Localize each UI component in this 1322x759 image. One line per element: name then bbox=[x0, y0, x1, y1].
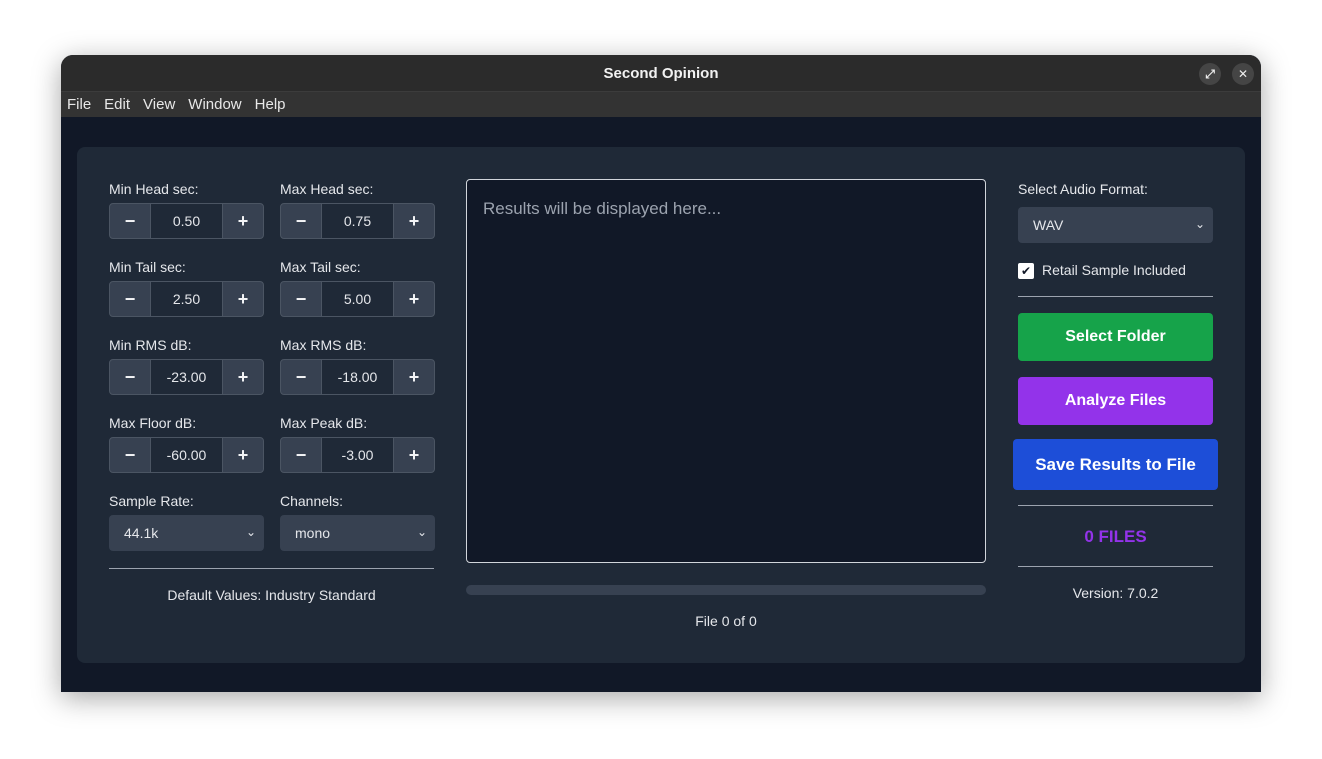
min-rms-input[interactable]: -23.00 bbox=[150, 360, 223, 394]
min-rms-decrement-button[interactable]: − bbox=[110, 360, 150, 394]
results-area[interactable]: Results will be displayed here... bbox=[466, 179, 986, 563]
min-head-decrement-button[interactable]: − bbox=[110, 204, 150, 238]
max-peak-stepper: − -3.00 + bbox=[280, 437, 435, 473]
sample-rate-value: 44.1k bbox=[124, 525, 159, 541]
menu-view[interactable]: View bbox=[143, 96, 175, 113]
save-results-button[interactable]: Save Results to File bbox=[1013, 439, 1218, 490]
min-rms-label: Min RMS dB: bbox=[109, 337, 192, 353]
min-head-input[interactable]: 0.50 bbox=[150, 204, 223, 238]
channels-label: Channels: bbox=[280, 493, 344, 509]
min-head-label: Min Head sec: bbox=[109, 181, 199, 197]
max-floor-stepper: − -60.00 + bbox=[109, 437, 264, 473]
window-title: Second Opinion bbox=[603, 64, 719, 82]
max-rms-increment-button[interactable]: + bbox=[394, 360, 434, 394]
max-tail-label: Max Tail sec: bbox=[280, 259, 361, 275]
max-tail-input[interactable]: 5.00 bbox=[321, 282, 394, 316]
max-tail-increment-button[interactable]: + bbox=[394, 282, 434, 316]
min-tail-label: Min Tail sec: bbox=[109, 259, 186, 275]
files-count: 0 FILES bbox=[1084, 527, 1147, 546]
chevron-down-icon: ⌄ bbox=[245, 525, 256, 539]
min-tail-increment-button[interactable]: + bbox=[223, 282, 263, 316]
max-tail-decrement-button[interactable]: − bbox=[281, 282, 321, 316]
menu-edit[interactable]: Edit bbox=[104, 96, 130, 113]
max-rms-stepper: − -18.00 + bbox=[280, 359, 435, 395]
max-rms-input[interactable]: -18.00 bbox=[321, 360, 394, 394]
min-rms-stepper: − -23.00 + bbox=[109, 359, 264, 395]
audio-format-value: WAV bbox=[1033, 217, 1064, 233]
retail-sample-label: Retail Sample Included bbox=[1042, 262, 1186, 278]
maximize-icon[interactable]: ⤢ bbox=[1199, 63, 1221, 85]
channels-select[interactable]: mono ⌄ bbox=[280, 515, 435, 551]
sample-rate-select[interactable]: 44.1k ⌄ bbox=[109, 515, 264, 551]
min-head-increment-button[interactable]: + bbox=[223, 204, 263, 238]
audio-format-select[interactable]: WAV ⌄ bbox=[1018, 207, 1213, 243]
max-head-label: Max Head sec: bbox=[280, 181, 374, 197]
right-divider-3 bbox=[1018, 566, 1213, 567]
audio-format-label: Select Audio Format: bbox=[1018, 181, 1148, 197]
channels-value: mono bbox=[295, 525, 331, 541]
menu-bar: File Edit View Window Help bbox=[61, 91, 1261, 117]
max-peak-label: Max Peak dB: bbox=[280, 415, 368, 431]
max-head-increment-button[interactable]: + bbox=[394, 204, 434, 238]
max-floor-label: Max Floor dB: bbox=[109, 415, 197, 431]
defaults-text: Default Values: Industry Standard bbox=[167, 587, 376, 603]
progress-bar bbox=[466, 585, 986, 595]
max-floor-decrement-button[interactable]: − bbox=[110, 438, 150, 472]
version-text: Version: 7.0.2 bbox=[1072, 585, 1159, 601]
max-rms-decrement-button[interactable]: − bbox=[281, 360, 321, 394]
max-peak-increment-button[interactable]: + bbox=[394, 438, 434, 472]
select-folder-button[interactable]: Select Folder bbox=[1018, 313, 1213, 361]
max-tail-stepper: − 5.00 + bbox=[280, 281, 435, 317]
min-tail-stepper: − 2.50 + bbox=[109, 281, 264, 317]
left-divider bbox=[109, 568, 434, 569]
max-rms-label: Max RMS dB: bbox=[280, 337, 367, 353]
main-panel: Min Head sec: − 0.50 + Max Head sec: − 0… bbox=[77, 147, 1245, 663]
sample-rate-label: Sample Rate: bbox=[109, 493, 194, 509]
chevron-down-icon: ⌄ bbox=[416, 525, 427, 539]
chevron-down-icon: ⌄ bbox=[1194, 217, 1205, 231]
right-divider-1 bbox=[1018, 296, 1213, 297]
results-placeholder: Results will be displayed here... bbox=[483, 199, 722, 218]
max-peak-decrement-button[interactable]: − bbox=[281, 438, 321, 472]
min-tail-input[interactable]: 2.50 bbox=[150, 282, 223, 316]
max-peak-input[interactable]: -3.00 bbox=[321, 438, 394, 472]
title-bar: Second Opinion ⤢ ✕ bbox=[61, 55, 1261, 91]
min-rms-increment-button[interactable]: + bbox=[223, 360, 263, 394]
file-counter: File 0 of 0 bbox=[695, 613, 757, 629]
max-head-input[interactable]: 0.75 bbox=[321, 204, 394, 238]
menu-window[interactable]: Window bbox=[188, 96, 241, 113]
max-floor-increment-button[interactable]: + bbox=[223, 438, 263, 472]
retail-sample-checkbox[interactable]: ✔ bbox=[1018, 263, 1034, 279]
min-tail-decrement-button[interactable]: − bbox=[110, 282, 150, 316]
app-window: Second Opinion ⤢ ✕ File Edit View Window… bbox=[61, 55, 1261, 692]
close-icon[interactable]: ✕ bbox=[1232, 63, 1254, 85]
max-head-decrement-button[interactable]: − bbox=[281, 204, 321, 238]
menu-help[interactable]: Help bbox=[255, 96, 286, 113]
right-divider-2 bbox=[1018, 505, 1213, 506]
max-head-stepper: − 0.75 + bbox=[280, 203, 435, 239]
menu-file[interactable]: File bbox=[67, 96, 91, 113]
analyze-files-button[interactable]: Analyze Files bbox=[1018, 377, 1213, 425]
min-head-stepper: − 0.50 + bbox=[109, 203, 264, 239]
max-floor-input[interactable]: -60.00 bbox=[150, 438, 223, 472]
